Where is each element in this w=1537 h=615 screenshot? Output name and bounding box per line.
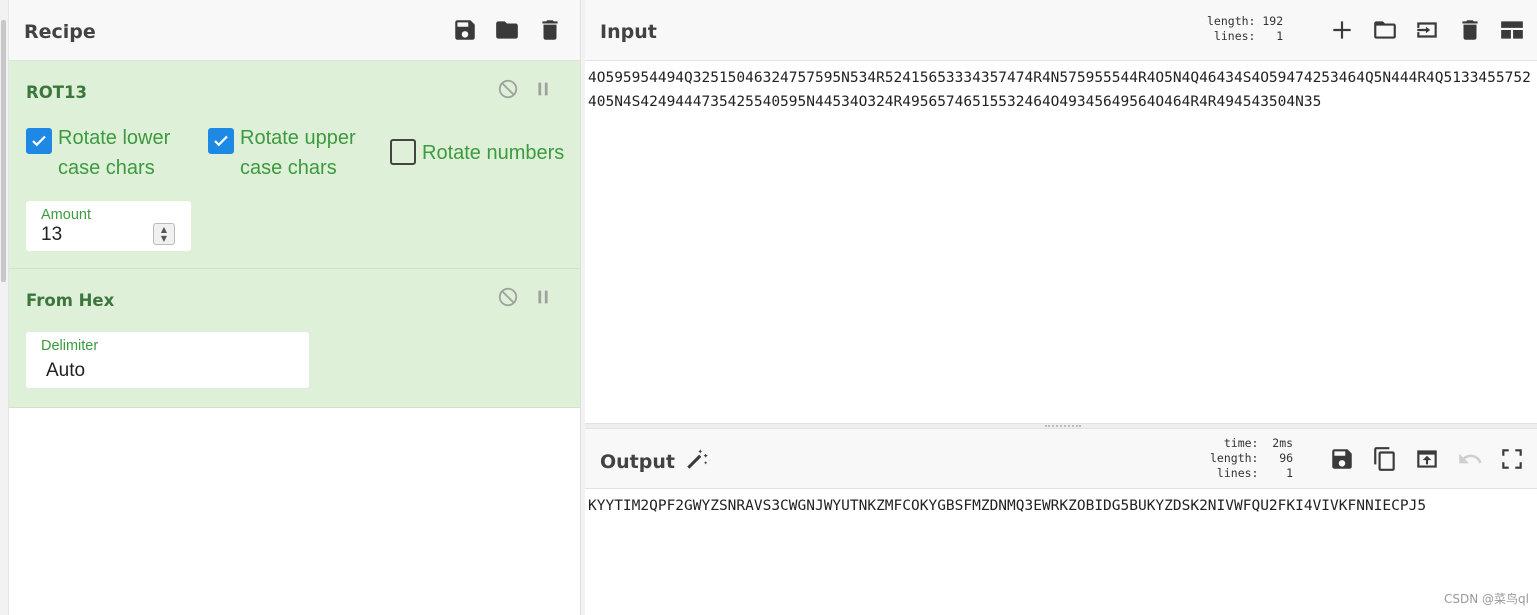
clear-input-trash-icon[interactable] xyxy=(1456,16,1484,44)
pause-breakpoint-icon[interactable] xyxy=(531,285,555,309)
undo-icon[interactable] xyxy=(1456,445,1484,473)
recipe-header: Recipe xyxy=(9,0,580,61)
copy-output-icon[interactable] xyxy=(1371,445,1399,473)
input-textarea[interactable]: 4O595954494Q32515046324757595N534R524156… xyxy=(588,66,1533,114)
amount-label: Amount xyxy=(41,207,91,223)
add-input-tab-plus-icon[interactable] xyxy=(1328,16,1356,44)
magic-wand-icon[interactable] xyxy=(683,445,711,473)
amount-value[interactable]: 13 xyxy=(41,224,62,246)
io-pane: Input length: 192 lines: 1 4O595954494Q3… xyxy=(585,0,1537,615)
left-scrollbar[interactable] xyxy=(0,0,9,615)
recipe-pane: Recipe ROT13 Rotate lower case chars Rota… xyxy=(9,0,581,615)
clear-recipe-trash-icon[interactable] xyxy=(536,16,564,44)
split-grip[interactable] xyxy=(1045,425,1081,427)
operation-title-rot13: ROT13 xyxy=(26,83,87,102)
pause-breakpoint-icon[interactable] xyxy=(531,77,555,101)
output-title: Output xyxy=(600,451,675,473)
save-recipe-icon[interactable] xyxy=(451,16,479,44)
operation-title-from-hex: From Hex xyxy=(26,291,115,310)
save-output-icon[interactable] xyxy=(1328,445,1356,473)
replace-input-with-output-icon[interactable] xyxy=(1413,445,1441,473)
left-scrollbar-thumb[interactable] xyxy=(1,20,6,282)
amount-stepper[interactable]: ▲ ▼ xyxy=(153,223,175,245)
disable-operation-icon[interactable] xyxy=(496,77,520,101)
open-file-folder-icon[interactable] xyxy=(1371,16,1399,44)
recipe-title: Recipe xyxy=(24,21,96,43)
output-textarea[interactable]: KYYTIM2QPF2GWYZSNRAVS3CWGNJWYUTNKZMFCOKY… xyxy=(588,494,1533,518)
reset-layout-icon[interactable] xyxy=(1498,16,1526,44)
rotate-upper-case-checkbox[interactable]: Rotate upper case chars xyxy=(208,123,356,183)
rotate-lower-case-label: Rotate lower case chars xyxy=(58,127,171,179)
input-header: Input length: 192 lines: 1 xyxy=(585,0,1537,61)
delimiter-label: Delimiter xyxy=(41,338,99,354)
output-stats: time: 2ms length: 96 lines: 1 xyxy=(1210,436,1294,480)
load-recipe-folder-icon[interactable] xyxy=(493,16,521,44)
maximise-output-icon[interactable] xyxy=(1498,445,1526,473)
rotate-upper-case-label: Rotate upper case chars xyxy=(240,127,356,179)
output-header: Output time: 2ms length: 96 lines: 1 xyxy=(585,429,1537,489)
input-stats: length: 192 lines: 1 xyxy=(1207,14,1284,43)
disable-operation-icon[interactable] xyxy=(496,285,520,309)
delimiter-value[interactable]: Auto xyxy=(46,360,85,382)
checkbox-checked-icon[interactable] xyxy=(208,128,234,154)
operation-rot13[interactable]: ROT13 Rotate lower case chars Rotate uppe… xyxy=(9,61,580,269)
checkbox-unchecked-icon[interactable] xyxy=(390,139,416,165)
rotate-numbers-checkbox[interactable]: Rotate numbers xyxy=(390,138,564,168)
watermark: CSDN @菜鸟ql xyxy=(1444,592,1529,606)
delimiter-field[interactable]: Delimiter Auto xyxy=(26,332,309,388)
rotate-lower-case-checkbox[interactable]: Rotate lower case chars xyxy=(26,123,170,183)
operation-from-hex[interactable]: From Hex Delimiter Auto xyxy=(9,269,580,408)
rotate-numbers-label: Rotate numbers xyxy=(422,142,565,164)
open-input-import-icon[interactable] xyxy=(1413,16,1441,44)
amount-field[interactable]: Amount 13 ▲ ▼ xyxy=(26,201,191,251)
checkbox-checked-icon[interactable] xyxy=(26,128,52,154)
input-title: Input xyxy=(600,21,657,43)
